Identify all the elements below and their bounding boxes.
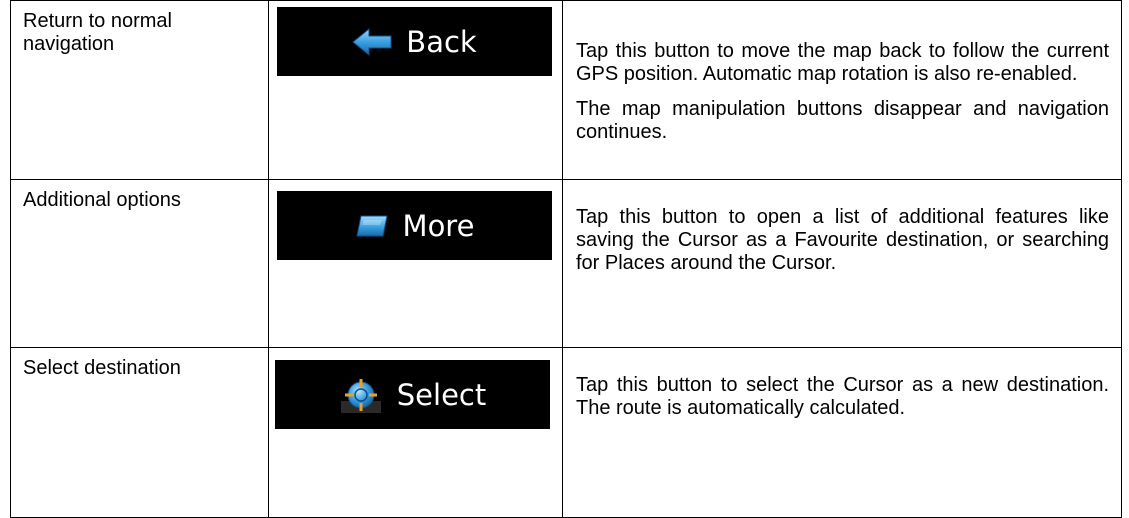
action-label: Return to normal navigation [23, 10, 172, 55]
table-row: Return to normal navigation Back Tap thi… [10, 0, 1122, 180]
button-cell: Back [268, 0, 563, 180]
feature-table: Return to normal navigation Back Tap thi… [10, 0, 1122, 518]
back-button[interactable]: Back [277, 7, 552, 76]
crosshair-icon [339, 375, 383, 415]
more-button[interactable]: More [277, 191, 552, 260]
description-text: Tap this button to open a list of additi… [576, 206, 1109, 274]
description-text: Tap this button to move the map back to … [576, 40, 1109, 85]
action-label: Select destination [23, 357, 181, 379]
select-button-label: Select [396, 377, 487, 412]
back-button-label: Back [406, 24, 477, 59]
action-label: Additional options [23, 189, 181, 211]
description-text: The map manipulation buttons disappear a… [576, 98, 1109, 143]
button-cell: Select [268, 347, 563, 518]
description-cell: Tap this button to move the map back to … [562, 0, 1122, 180]
more-icon [355, 214, 389, 238]
action-cell: Select destination [10, 347, 269, 518]
button-cell: More [268, 179, 563, 348]
table-row: Select destination Select Tap this butto… [10, 347, 1122, 518]
description-text: Tap this button to select the Cursor as … [576, 374, 1109, 419]
table-row: Additional options More Tap this button … [10, 179, 1122, 348]
description-cell: Tap this button to open a list of additi… [562, 179, 1122, 348]
more-button-label: More [402, 208, 475, 243]
description-cell: Tap this button to select the Cursor as … [562, 347, 1122, 518]
action-cell: Return to normal navigation [10, 0, 269, 180]
action-cell: Additional options [10, 179, 269, 348]
back-arrow-icon [352, 27, 392, 57]
select-button[interactable]: Select [275, 360, 550, 429]
